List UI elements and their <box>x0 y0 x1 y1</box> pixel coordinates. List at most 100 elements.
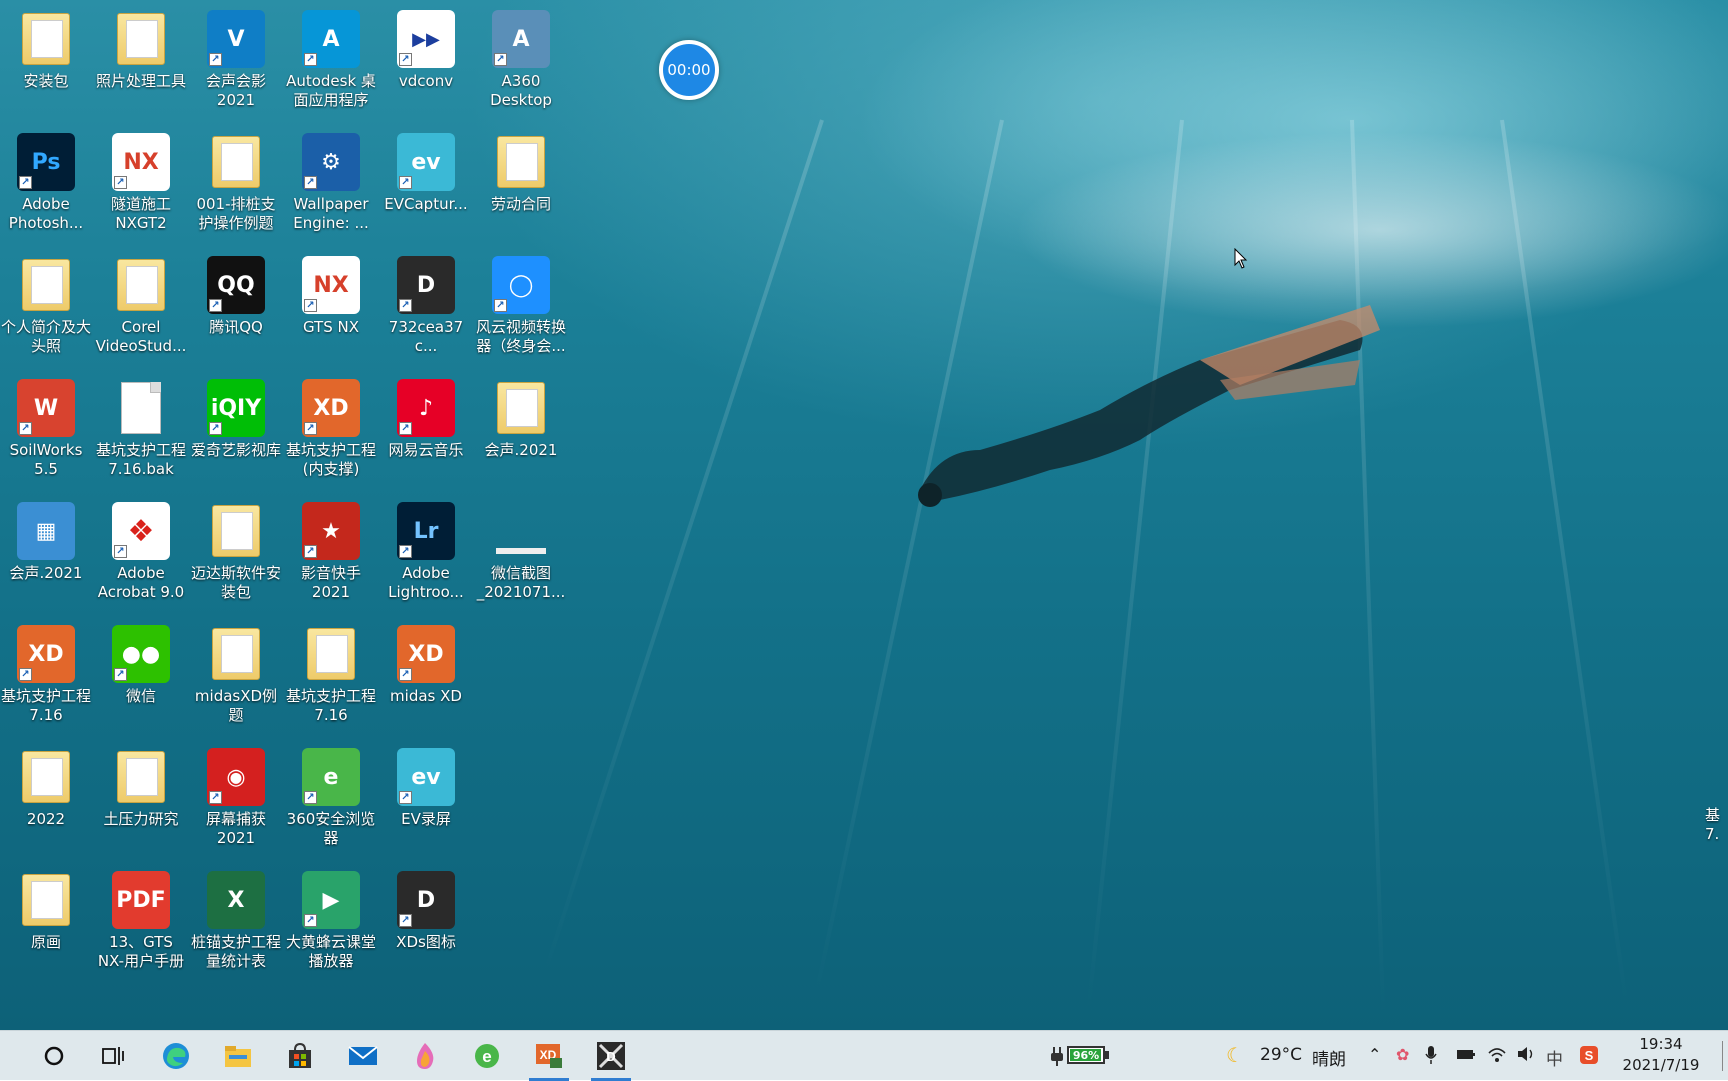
taskbar-360-browser[interactable]: e <box>459 1031 515 1081</box>
wifi-icon[interactable] <box>1487 1045 1507 1067</box>
desktop-icon-label: midasXD例 题 <box>194 687 278 724</box>
ie360-icon: e ↗ <box>302 748 360 806</box>
shortcut-arrow-icon: ↗ <box>304 545 317 558</box>
clock-date: 2021/7/19 <box>1622 1056 1700 1074</box>
desktop-icon-label: 基坑支护工程 7.16 <box>285 687 376 724</box>
desktop-icon[interactable]: ❖ ↗ Adobe Acrobat 9.0 <box>93 496 189 614</box>
desktop-icon[interactable]: XD ↗ midas XD <box>378 619 474 737</box>
taskbar-midas-xd[interactable]: XD <box>521 1031 577 1081</box>
desktop-icon[interactable]: ▶ ↗ 大黄蜂云课堂 播放器 <box>283 865 379 983</box>
desktop-icon-label: Adobe Acrobat 9.0 <box>97 564 185 601</box>
desktop-icon[interactable]: ▦ 会声.2021 <box>0 496 94 614</box>
desktop-icon[interactable]: Corel VideoStud... <box>93 250 189 368</box>
microphone-icon[interactable] <box>1425 1045 1437 1069</box>
desktop-icon-label: Adobe Photosh... <box>8 195 84 232</box>
desktop-icon[interactable]: 会声.2021 <box>473 373 569 491</box>
partially-visible-icon-label[interactable]: 基 7. <box>1705 806 1728 844</box>
weather-description: 晴朗 <box>1312 1050 1346 1070</box>
archive-icon: ▦ <box>17 502 75 560</box>
desktop-icon[interactable]: D ↗ 732cea37c... <box>378 250 474 368</box>
desktop-icon[interactable]: Lr ↗ Adobe Lightroo... <box>378 496 474 614</box>
battery-tray-icon[interactable] <box>1456 1045 1476 1067</box>
shortcut-arrow-icon: ↗ <box>399 791 412 804</box>
taskbar-mail[interactable] <box>335 1031 391 1081</box>
desktop-icon[interactable]: 微信截图 _2021071... <box>473 496 569 614</box>
taskbar-color-app[interactable] <box>397 1031 453 1081</box>
app-tray-icon[interactable]: ✿ <box>1396 1045 1409 1064</box>
dxd-icon: D ↗ <box>397 871 455 929</box>
desktop-icon[interactable]: ▶▶ ↗ vdconv <box>378 4 474 122</box>
taskbar-xds-app[interactable]: D <box>583 1031 639 1081</box>
shortcut-arrow-icon: ↗ <box>304 914 317 927</box>
desktop-icon[interactable]: V ↗ 会声会影 2021 <box>188 4 284 122</box>
clock[interactable]: 19:34 2021/7/19 <box>1616 1034 1706 1076</box>
desktop-icon[interactable]: NX ↗ GTS NX <box>283 250 379 368</box>
desktop-icon-label: 影音快手 2021 <box>300 564 361 601</box>
desktop-icon[interactable]: e ↗ 360安全浏览 器 <box>283 742 379 860</box>
desktop-icon-label: EV录屏 <box>401 810 451 828</box>
desktop-icon[interactable]: D ↗ XDs图标 <box>378 865 474 983</box>
moon-icon: ☾ <box>1226 1043 1244 1067</box>
desktop-icon[interactable]: 土压力研究 <box>93 742 189 860</box>
taskbar-file-explorer[interactable] <box>210 1031 266 1081</box>
desktop-icon[interactable]: ⚙ ↗ Wallpaper Engine: ... <box>283 127 379 245</box>
desktop-icon-label: 照片处理工具 <box>95 72 186 90</box>
desktop-icon-label: 基坑支护工程 (内支撑) <box>285 441 376 478</box>
desktop-icon[interactable]: iQIY ↗ 爱奇艺影视库 <box>188 373 284 491</box>
task-view-button[interactable] <box>85 1031 141 1081</box>
desktop-icon[interactable]: QQ ↗ 腾讯QQ <box>188 250 284 368</box>
shortcut-arrow-icon: ↗ <box>209 299 222 312</box>
show-desktop-button[interactable] <box>1722 1041 1727 1071</box>
desktop-icon-label: SoilWorks 5.5 <box>9 441 83 478</box>
desktop-icon[interactable]: ♪ ↗ 网易云音乐 <box>378 373 474 491</box>
desktop-icon[interactable]: A ↗ Autodesk 桌 面应用程序 <box>283 4 379 122</box>
desktop-icon[interactable]: midasXD例 题 <box>188 619 284 737</box>
taskbar-store[interactable] <box>272 1031 328 1081</box>
ime-indicator[interactable]: 中 <box>1546 1045 1563 1070</box>
desktop-icon[interactable]: ◉ ↗ 屏幕捕获 2021 <box>188 742 284 860</box>
show-hidden-icons-chevron-icon[interactable]: ⌃ <box>1368 1045 1381 1064</box>
desktop-icon[interactable]: ●● ↗ 微信 <box>93 619 189 737</box>
desktop-icon[interactable]: 劳动合同 <box>473 127 569 245</box>
desktop-icon[interactable]: XD ↗ 基坑支护工程 (内支撑) <box>283 373 379 491</box>
desktop-icon[interactable]: XD ↗ 基坑支护工程 7.16 <box>0 619 94 737</box>
taskbar-edge[interactable] <box>148 1031 204 1081</box>
desktop-icon[interactable]: 原画 <box>0 865 94 983</box>
desktop-icon[interactable]: 个人简介及大 头照 <box>0 250 94 368</box>
desktop-icon[interactable]: 2022 <box>0 742 94 860</box>
ps-icon: Ps ↗ <box>17 133 75 191</box>
desktop-icon-label: Corel VideoStud... <box>95 318 187 355</box>
desktop-icon-label: 屏幕捕获 2021 <box>205 810 266 847</box>
edge-browser-icon <box>163 1043 189 1069</box>
desktop-icon[interactable]: X 桩锚支护工程 量统计表 <box>188 865 284 983</box>
svg-text:e: e <box>482 1047 491 1066</box>
volume-icon[interactable] <box>1516 1045 1536 1067</box>
desktop-icon[interactable]: ev ↗ EVCaptur... <box>378 127 474 245</box>
desktop-icon[interactable]: ◯ ↗ 风云视频转换 器（终身会... <box>473 250 569 368</box>
desktop-icon[interactable]: Ps ↗ Adobe Photosh... <box>0 127 94 245</box>
store-bag-icon <box>289 1042 311 1068</box>
desktop-icon[interactable]: 基坑支护工程 7.16 <box>283 619 379 737</box>
cortana-search-button[interactable] <box>26 1031 82 1081</box>
desktop-icon[interactable]: 安装包 <box>0 4 94 122</box>
desktop-icon[interactable]: 001-排桩支 护操作例题 <box>188 127 284 245</box>
recording-timer[interactable]: 00:00 <box>659 40 719 100</box>
desktop-icon[interactable]: 迈达斯软件安 装包 <box>188 496 284 614</box>
battery-indicator[interactable]: 96% <box>1050 1044 1112 1068</box>
desktop-icon-label: 大黄蜂云课堂 播放器 <box>285 933 376 970</box>
a360-icon: A ↗ <box>492 10 550 68</box>
shortcut-arrow-icon: ↗ <box>19 176 32 189</box>
desktop-icon[interactable]: A ↗ A360 Desktop <box>473 4 569 122</box>
desktop-icon[interactable]: ev ↗ EV录屏 <box>378 742 474 860</box>
desktop-icon[interactable]: W ↗ SoilWorks 5.5 <box>0 373 94 491</box>
shortcut-arrow-icon: ↗ <box>114 668 127 681</box>
desktop-icon[interactable]: 基坑支护工程 7.16.bak <box>93 373 189 491</box>
desktop-icon[interactable]: NX ↗ 隧道施工 NXGT2 <box>93 127 189 245</box>
folder-icon <box>112 10 170 68</box>
folder-icon <box>492 379 550 437</box>
desktop-icon[interactable]: 照片处理工具 <box>93 4 189 122</box>
desktop-icon[interactable]: ★ ↗ 影音快手 2021 <box>283 496 379 614</box>
desktop-icon[interactable]: PDF 13、GTS NX-用户手册 <box>93 865 189 983</box>
weather-widget[interactable]: ☾ 29°C 晴朗 <box>1226 1043 1346 1070</box>
sogou-ime-icon[interactable]: S <box>1579 1045 1599 1069</box>
